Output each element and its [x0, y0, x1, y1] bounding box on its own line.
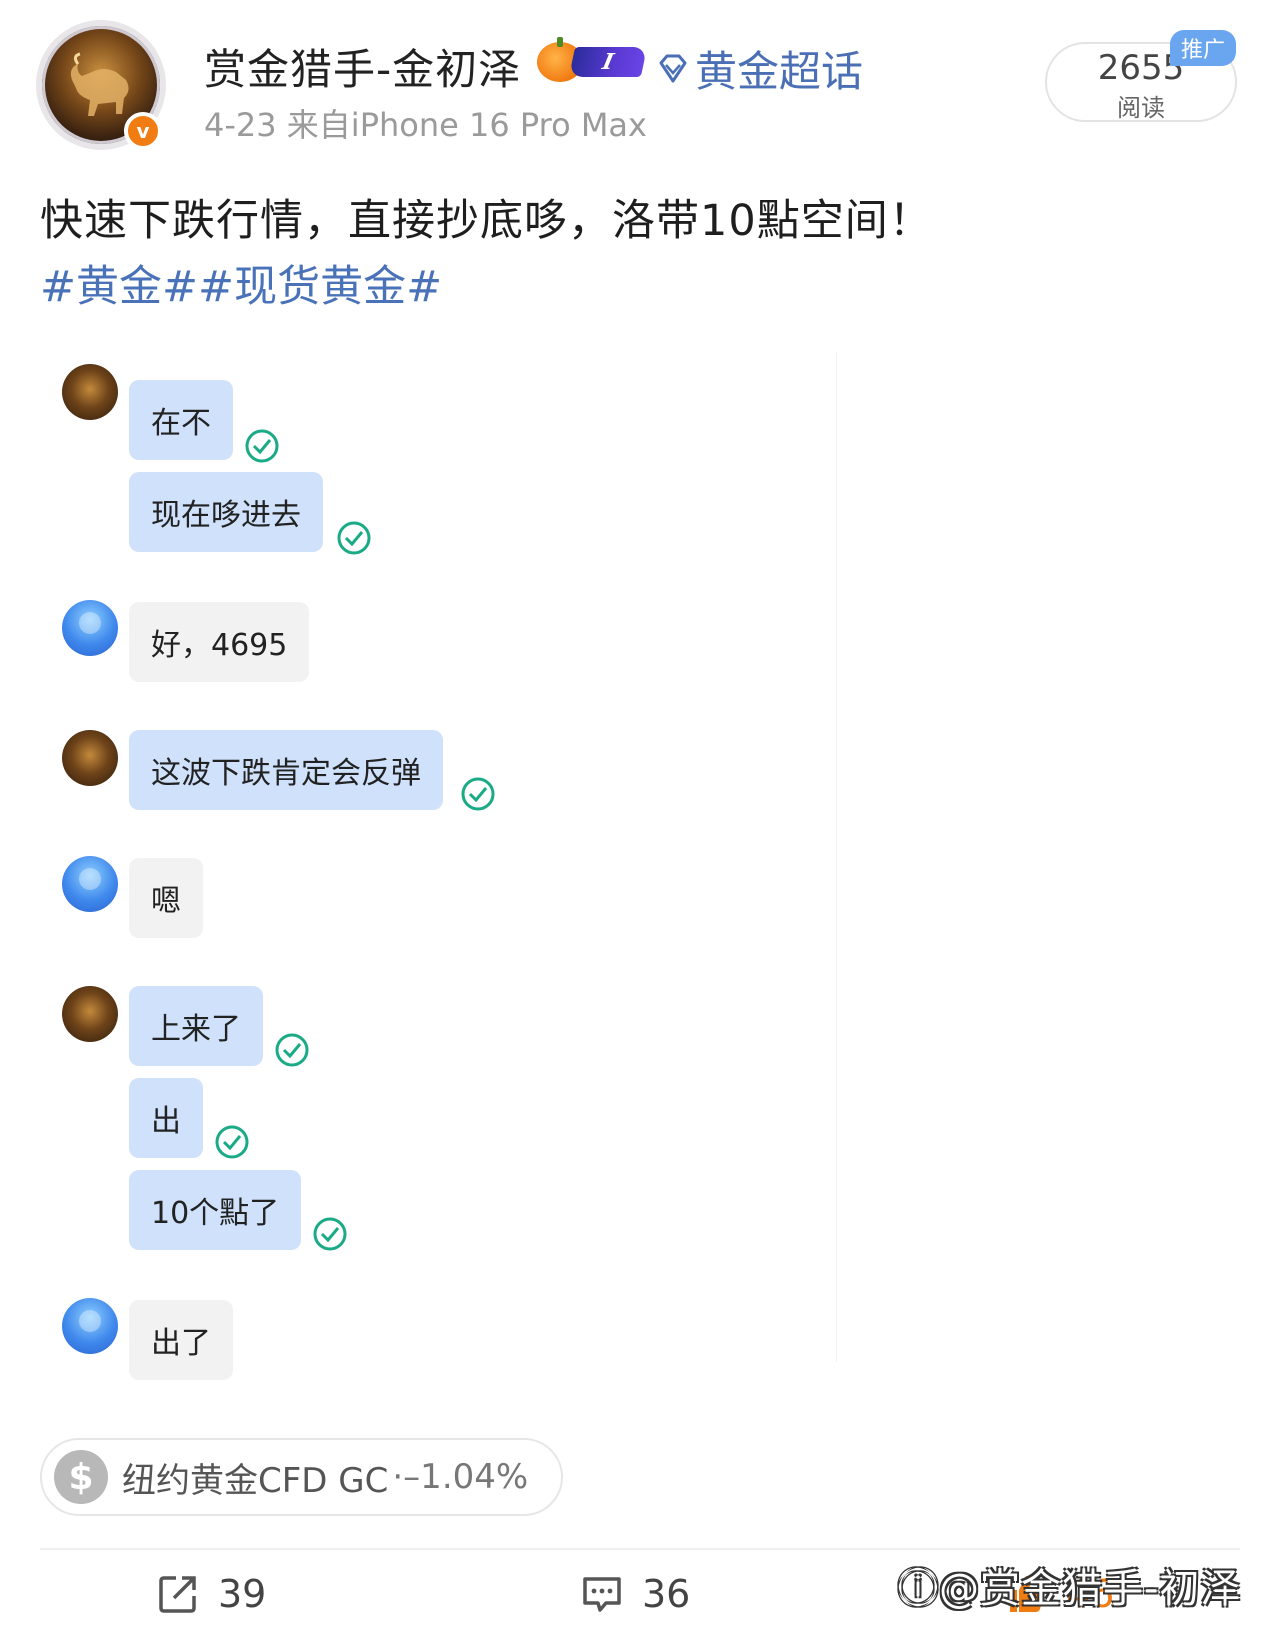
repost-icon — [159, 1576, 196, 1613]
chat-bubble-me: 上来了 — [129, 986, 263, 1066]
author-name[interactable]: 赏金猎手-金初泽 — [204, 36, 521, 97]
verified-badge-icon: v — [124, 112, 162, 150]
supertopic-link[interactable]: 黄金超话 — [655, 38, 863, 99]
footer-divider — [40, 1548, 1240, 1550]
image-edge — [836, 352, 837, 1362]
chat-avatar-other — [62, 600, 118, 656]
promo-tag: 推广 — [1170, 30, 1236, 66]
read-check-icon — [313, 1217, 347, 1251]
read-check-icon — [461, 777, 495, 811]
read-check-icon — [245, 429, 279, 463]
chat-avatar-me — [62, 364, 118, 420]
chat-bubble-other: 好，4695 — [129, 602, 310, 682]
reads-label: 阅读 — [1117, 94, 1165, 122]
chat-bubble-me: 10个點了 — [129, 1170, 302, 1250]
author-avatar[interactable]: v — [36, 20, 166, 150]
chat-bubble-other: 嗯 — [129, 858, 203, 938]
post-meta: 4-23 来自iPhone 16 Pro Max — [204, 106, 647, 144]
post-hashtags[interactable]: #黄金##现货黄金# — [40, 252, 442, 314]
comment-button[interactable]: 36 — [580, 1572, 690, 1616]
chat-avatar-other — [62, 856, 118, 912]
dollar-icon: $ — [54, 1450, 108, 1504]
watermark: ⓘ@赏金猎手-初泽 — [898, 1566, 1242, 1612]
chat-avatar-me — [62, 986, 118, 1042]
comment-icon — [583, 1577, 621, 1612]
chat-bubble-me: 在不 — [129, 380, 233, 460]
diamond-icon — [659, 54, 687, 82]
chat-bubble-me: 现在哆进去 — [129, 472, 323, 552]
post-body-text: 快速下跌行情，直接抄底哆，洛带10點空间！ — [40, 196, 933, 246]
supertopic-label: 黄金超话 — [695, 47, 864, 96]
stock-card[interactable]: $ 纽约黄金CFD GC ·–1.04% — [40, 1438, 563, 1516]
chat-avatar-other — [62, 1298, 118, 1354]
read-check-icon — [337, 521, 371, 555]
stock-name: 纽约黄金CFD GC — [122, 1460, 389, 1501]
stock-change: ·–1.04% — [392, 1457, 529, 1497]
repost-button[interactable]: 39 — [156, 1572, 266, 1616]
chat-bubble-me: 这波下跌肯定会反弹 — [129, 730, 443, 810]
chat-avatar-me — [62, 730, 118, 786]
read-check-icon — [215, 1125, 249, 1159]
repost-count: 39 — [218, 1572, 267, 1616]
comment-count: 36 — [642, 1572, 691, 1616]
read-check-icon — [275, 1033, 309, 1067]
bull-icon — [70, 52, 129, 116]
level-badge[interactable]: I — [568, 47, 648, 77]
chat-bubble-me: 出 — [129, 1078, 203, 1158]
chat-bubble-other: 出了 — [129, 1300, 233, 1380]
